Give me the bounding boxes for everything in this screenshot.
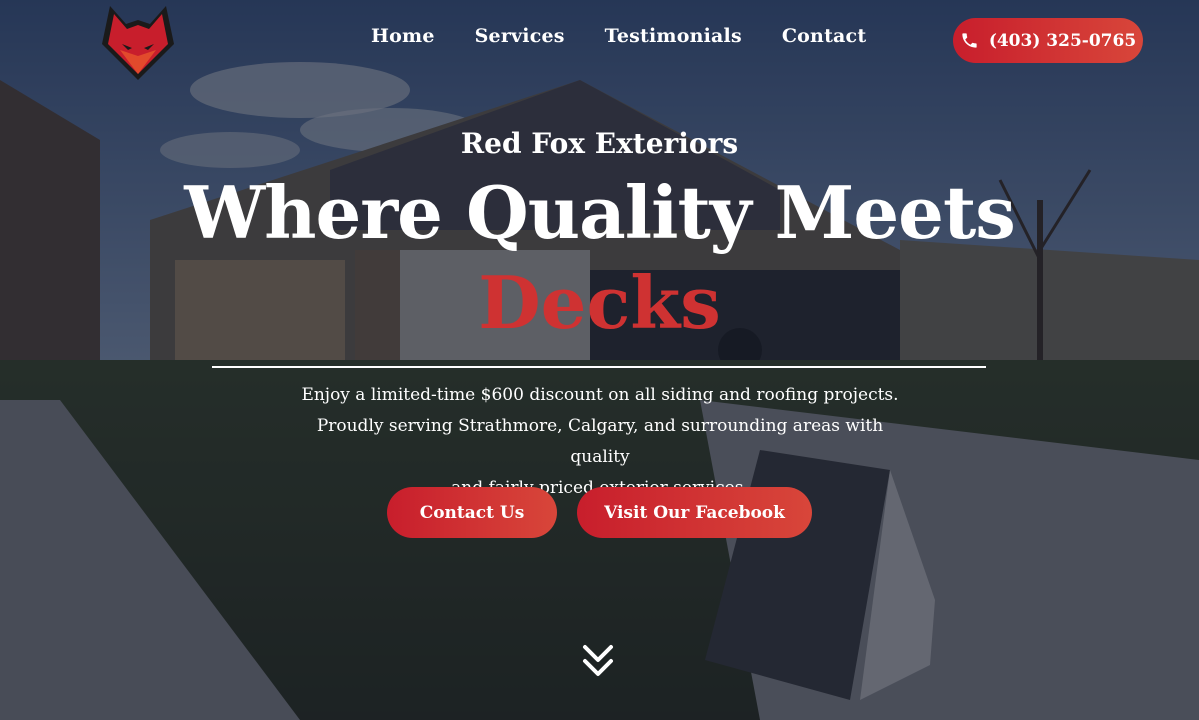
hero-divider	[212, 366, 986, 368]
phone-button[interactable]: (403) 325-0765	[953, 18, 1143, 63]
brand-name: Red Fox Exteriors	[460, 127, 739, 160]
contact-us-button[interactable]: Contact Us	[387, 487, 557, 538]
nav-services[interactable]: Services	[475, 25, 565, 47]
dark-overlay	[0, 0, 1199, 720]
visit-facebook-button[interactable]: Visit Our Facebook	[577, 487, 812, 538]
hero-accent-word: Decks	[478, 260, 721, 345]
description-line: Proudly serving Strathmore, Calgary, and…	[316, 416, 884, 467]
hero-description: Enjoy a limited-time $600 discount on al…	[290, 380, 910, 504]
description-line: Enjoy a limited-time $600 discount on al…	[301, 385, 899, 405]
nav-home[interactable]: Home	[371, 25, 435, 47]
nav-testimonials[interactable]: Testimonials	[605, 25, 742, 47]
main-nav: Home Services Testimonials Contact	[371, 25, 866, 47]
fox-logo-icon[interactable]	[100, 2, 176, 82]
hero-headline: Where Quality Meets	[184, 170, 1016, 255]
phone-number: (403) 325-0765	[988, 30, 1137, 51]
double-chevron-down-icon[interactable]	[581, 643, 615, 681]
phone-icon	[962, 33, 977, 48]
nav-contact[interactable]: Contact	[782, 25, 866, 47]
hero-section: Home Services Testimonials Contact (403)…	[0, 0, 1199, 720]
